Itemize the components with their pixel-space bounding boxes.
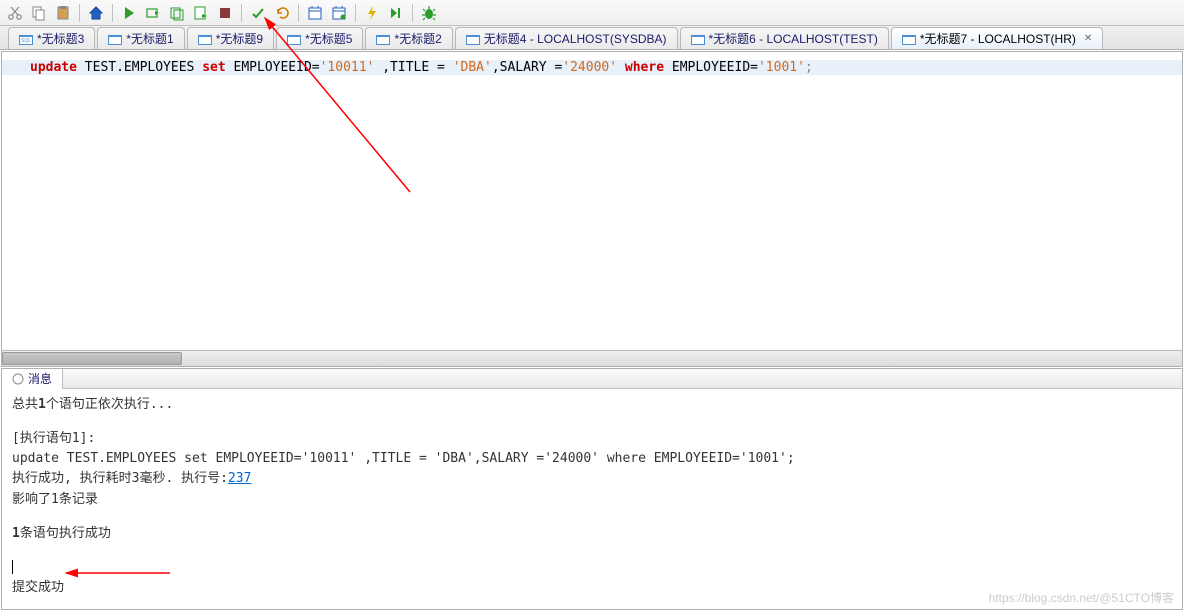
tab-label: *无标题3 [37, 30, 84, 47]
messages-tabbar: 消息 [2, 369, 1182, 389]
separator [355, 4, 356, 22]
tab-label: *无标题5 [305, 30, 352, 47]
tab-localhost-sysdba[interactable]: 无标题4 - LOCALHOST(SYSDBA) [455, 27, 678, 49]
tab-untitled1[interactable]: *无标题1 [97, 27, 184, 49]
run-script-icon[interactable] [166, 2, 188, 24]
msg-line: 总共1个语句正依次执行... [12, 395, 1172, 415]
plan2-icon[interactable] [328, 2, 350, 24]
tab-label: *无标题7 - LOCALHOST(HR) [920, 30, 1076, 47]
copy-icon[interactable] [28, 2, 50, 24]
separator [298, 4, 299, 22]
plan-icon[interactable] [304, 2, 326, 24]
messages-tab[interactable]: 消息 [2, 369, 63, 389]
horizontal-scrollbar[interactable] [2, 350, 1182, 366]
rollback-icon[interactable] [271, 2, 293, 24]
run-step-icon[interactable] [142, 2, 164, 24]
tab-label: 无标题4 - LOCALHOST(SYSDBA) [484, 30, 667, 47]
sql-editor[interactable]: update TEST.EMPLOYEES set EMPLOYEEID='10… [1, 51, 1183, 367]
tab-label: *无标题2 [394, 30, 441, 47]
msg-line: 执行成功, 执行耗时3毫秒. 执行号:237 [12, 469, 1172, 489]
exec-id-link[interactable]: 237 [228, 471, 251, 486]
tab-untitled9[interactable]: *无标题9 [187, 27, 274, 49]
run-new-icon[interactable] [190, 2, 212, 24]
info-icon [12, 373, 24, 385]
sql-code: update TEST.EMPLOYEES set EMPLOYEEID='10… [2, 52, 1182, 83]
debug-icon[interactable] [418, 2, 440, 24]
separator [241, 4, 242, 22]
stop-icon[interactable] [214, 2, 236, 24]
tab-localhost-test[interactable]: *无标题6 - LOCALHOST(TEST) [680, 27, 889, 49]
tab-label: *无标题6 - LOCALHOST(TEST) [709, 30, 878, 47]
msg-line: 影响了1条记录 [12, 490, 1172, 510]
cut-icon[interactable] [4, 2, 26, 24]
separator [112, 4, 113, 22]
watermark: https://blog.csdn.net/@51CTO博客 [989, 589, 1174, 606]
tab-untitled3[interactable]: SQL *无标题3 [8, 27, 95, 49]
editor-tabbar: SQL *无标题3 *无标题1 *无标题9 *无标题5 *无标题2 无标题4 - … [0, 26, 1184, 50]
separator [412, 4, 413, 22]
msg-cursor [12, 558, 1172, 578]
paste-icon[interactable] [52, 2, 74, 24]
msg-line: 1条语句执行成功 [12, 524, 1172, 544]
close-icon[interactable]: ✕ [1084, 33, 1092, 44]
scrollbar-thumb[interactable] [2, 352, 182, 365]
svg-text:SQL: SQL [21, 38, 31, 44]
separator [79, 4, 80, 22]
run-icon[interactable] [118, 2, 140, 24]
messages-body[interactable]: 总共1个语句正依次执行... [执行语句1]: update TEST.EMPL… [2, 389, 1182, 609]
tab-untitled5[interactable]: *无标题5 [276, 27, 363, 49]
tab-localhost-hr[interactable]: *无标题7 - LOCALHOST(HR) ✕ [891, 27, 1103, 49]
messages-title: 消息 [28, 370, 52, 387]
msg-line: update TEST.EMPLOYEES set EMPLOYEEID='10… [12, 449, 1172, 469]
main-toolbar [0, 0, 1184, 26]
messages-panel: 消息 总共1个语句正依次执行... [执行语句1]: update TEST.E… [1, 368, 1183, 610]
msg-line: [执行语句1]: [12, 429, 1172, 449]
flash-icon[interactable] [361, 2, 383, 24]
commit-icon[interactable] [247, 2, 269, 24]
tab-untitled2[interactable]: *无标题2 [365, 27, 452, 49]
tab-label: *无标题9 [216, 30, 263, 47]
home-icon[interactable] [85, 2, 107, 24]
tab-label: *无标题1 [126, 30, 173, 47]
next-icon[interactable] [385, 2, 407, 24]
